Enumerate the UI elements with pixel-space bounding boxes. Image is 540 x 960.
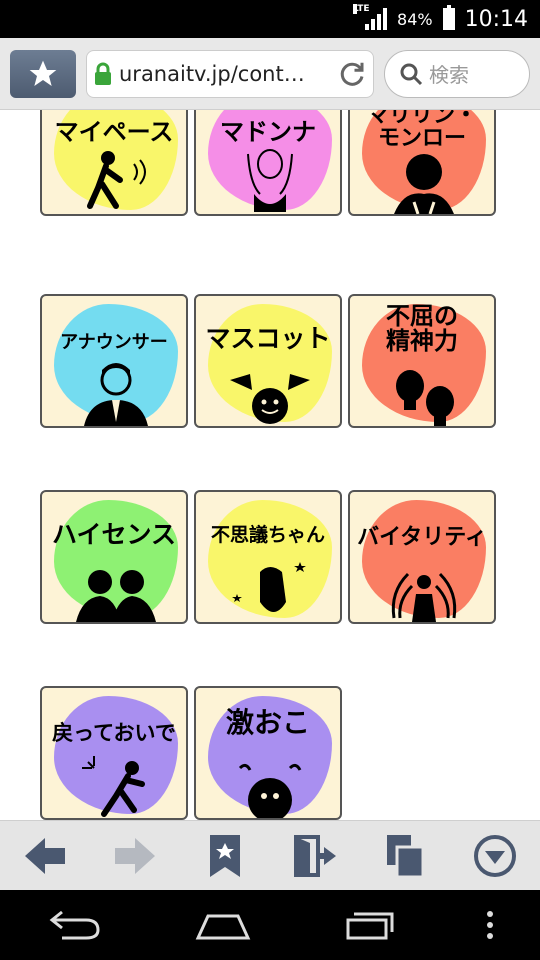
tabs-icon xyxy=(387,834,425,878)
tile-vitality[interactable]: バイタリティ xyxy=(348,490,496,624)
arrow-right-icon xyxy=(115,837,155,874)
woman-portrait-icon xyxy=(394,154,454,214)
tile-label: マスコット xyxy=(205,324,331,353)
arrow-left-icon xyxy=(25,837,65,874)
tile-mysterious-girl[interactable]: 不思議ちゃん xyxy=(194,490,342,624)
girl-with-stars-icon xyxy=(232,562,306,612)
exit-button[interactable] xyxy=(285,826,345,886)
couple-icon xyxy=(76,570,156,622)
tile-label: 戻っておいで xyxy=(52,721,176,745)
tile-high-sense[interactable]: ハイセンス xyxy=(40,490,188,624)
url-bar[interactable]: uranaitv.jp/cont… xyxy=(86,49,374,98)
woman-pose-icon xyxy=(247,149,293,212)
bookmark-icon xyxy=(210,834,240,877)
tile-label: 不屈の 精神力 xyxy=(386,302,458,356)
walking-person-icon xyxy=(87,151,146,209)
star-icon xyxy=(29,60,57,86)
businessman-icon xyxy=(84,363,148,426)
tile-label: マドンナ xyxy=(220,118,316,146)
clock: 10:14 xyxy=(464,6,528,32)
search-icon xyxy=(400,63,423,85)
search-placeholder: 検索 xyxy=(429,63,469,87)
url-text[interactable]: uranaitv.jp/cont… xyxy=(119,62,331,86)
tile-label: アナウンサー xyxy=(60,332,168,353)
tabs-button[interactable] xyxy=(375,826,435,886)
battery-percent: 84% xyxy=(397,9,433,29)
search-input[interactable]: 検索 xyxy=(384,49,530,98)
tile-label: マイペース xyxy=(54,118,174,146)
browser-bottom-bar xyxy=(0,820,540,890)
boxing-gloves-icon xyxy=(396,370,454,426)
menu-button[interactable] xyxy=(465,826,525,886)
system-home-icon[interactable] xyxy=(194,910,252,940)
network-type: LTE xyxy=(353,4,370,14)
system-recents-icon[interactable] xyxy=(344,910,394,940)
battery-icon xyxy=(442,5,455,30)
tile-announcer[interactable]: アナウンサー xyxy=(40,294,188,428)
system-overflow-icon[interactable] xyxy=(486,910,494,940)
tile-label: 不思議ちゃん xyxy=(210,524,325,546)
system-back-icon[interactable] xyxy=(46,910,102,940)
tile-indomitable-spirit[interactable]: 不屈の 精神力 xyxy=(348,294,496,428)
tile-my-pace[interactable]: マイペース xyxy=(40,110,188,216)
tile-label: バイタリティ xyxy=(357,525,487,550)
tile-come-back[interactable]: 戻っておいで xyxy=(40,686,188,820)
browser-toolbar: uranaitv.jp/cont… 検索 xyxy=(0,38,540,110)
status-bar: LTE 84% 10:14 xyxy=(0,0,540,38)
tile-label: ハイセンス xyxy=(51,520,176,549)
lock-icon xyxy=(95,62,111,85)
tile-mascot[interactable]: マスコット xyxy=(194,294,342,428)
tile-label: 激おこ xyxy=(225,706,310,739)
bookmarks-button[interactable] xyxy=(195,826,255,886)
tile-marilyn-monroe[interactable]: マリリン・ モンロー xyxy=(348,110,496,216)
reload-icon[interactable] xyxy=(337,59,367,89)
running-person-icon xyxy=(82,756,145,817)
back-button[interactable] xyxy=(15,826,75,886)
smiley-icon xyxy=(230,374,310,424)
tile-madonna[interactable]: マドンナ xyxy=(194,110,342,216)
signal-icon: LTE xyxy=(353,4,388,30)
energetic-person-icon xyxy=(391,572,457,622)
forward-button[interactable] xyxy=(105,826,165,886)
pufferfish-icon xyxy=(238,763,302,818)
tile-super-angry[interactable]: 激おこ xyxy=(194,686,342,820)
bookmark-star-button[interactable] xyxy=(10,49,76,98)
chevron-down-circle-icon xyxy=(474,834,516,877)
door-exit-icon xyxy=(294,834,336,877)
page-content: マイペース マドンナ マリリン・ モンロー アナウンサー マスコット 不屈の 精… xyxy=(0,110,540,820)
system-nav-bar xyxy=(0,890,540,960)
